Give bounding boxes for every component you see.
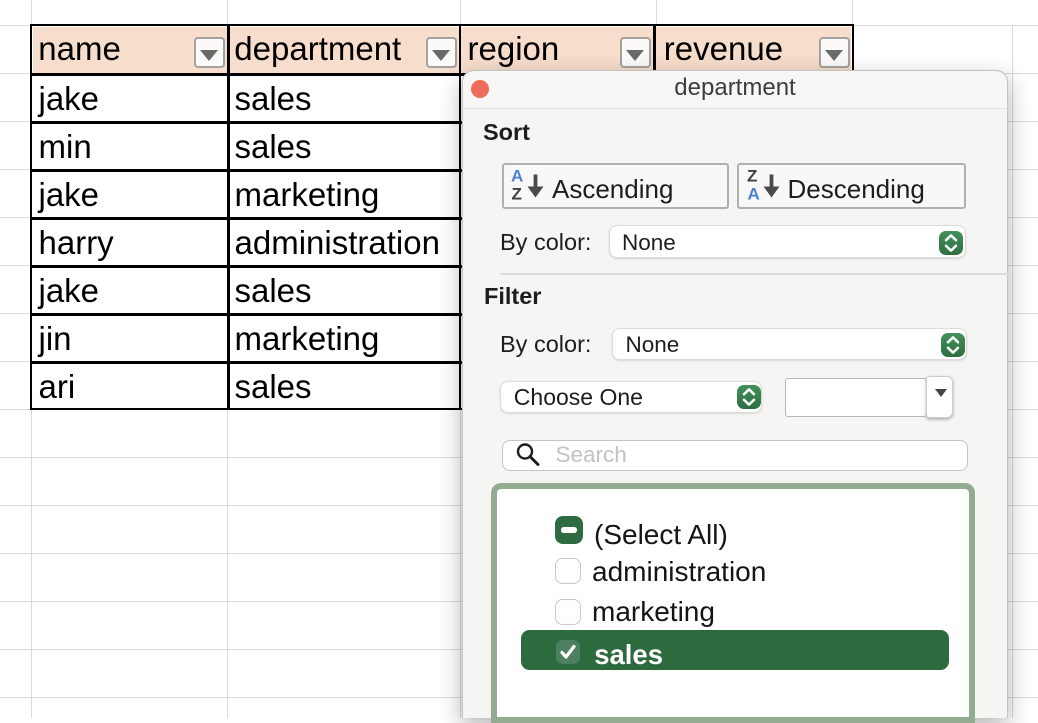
svg-text:A: A (747, 185, 759, 204)
svg-text:Z: Z (747, 167, 757, 186)
svg-text:Z: Z (512, 185, 522, 204)
svg-text:A: A (511, 167, 523, 186)
